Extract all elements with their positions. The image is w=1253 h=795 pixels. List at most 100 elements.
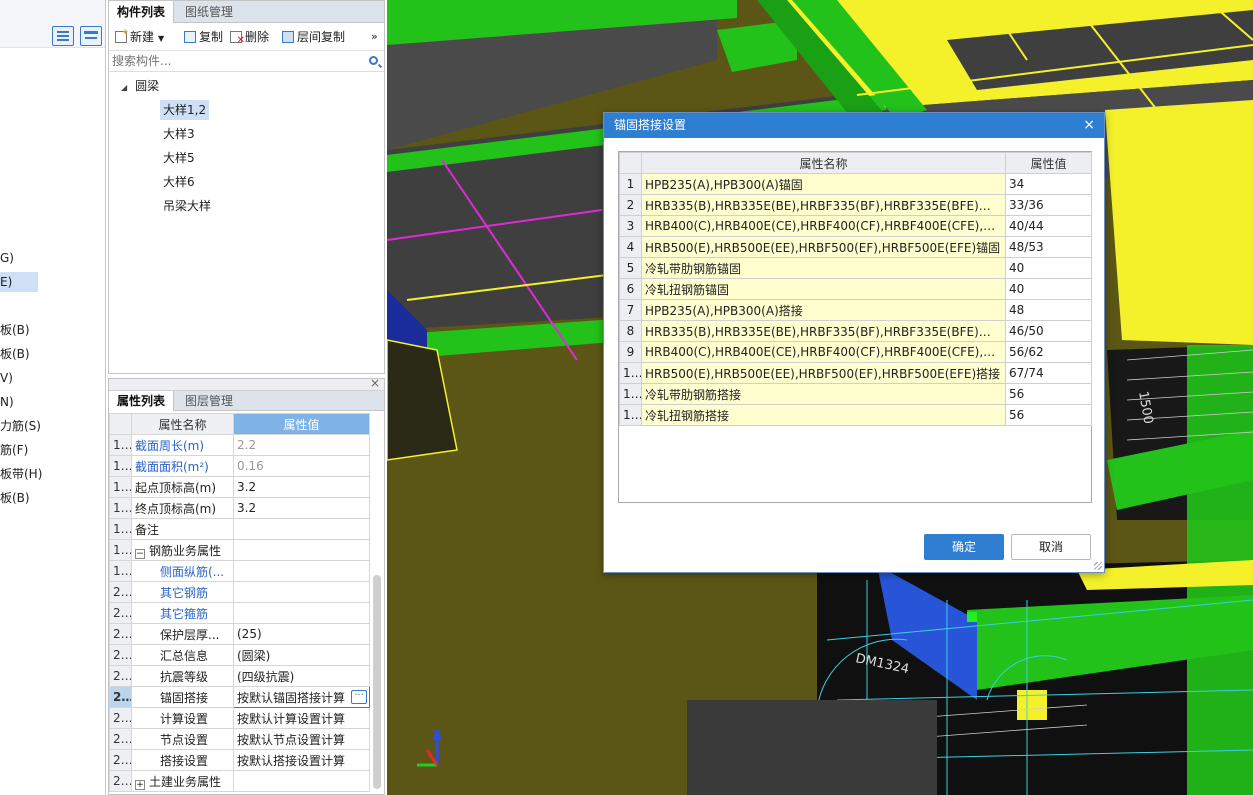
grid-row-value[interactable]: 48 <box>1005 299 1092 321</box>
property-scrollbar[interactable] <box>373 575 381 789</box>
property-row[interactable]: 24 抗震等级 (四级抗震) <box>109 665 370 687</box>
property-row[interactable]: 13 截面周长(m) 2.2 <box>109 434 370 456</box>
property-row[interactable]: 21 其它箍筋 <box>109 602 370 624</box>
grid-row-name: 冷轧扭钢筋搭接 <box>641 404 1006 426</box>
grid-row-value[interactable]: 56 <box>1005 383 1092 405</box>
grid-row[interactable]: 11 冷轧带肋钢筋搭接 56 <box>619 383 1092 405</box>
grid-row-value[interactable]: 33/36 <box>1005 194 1092 216</box>
copy-button[interactable]: 复制 <box>184 29 223 45</box>
property-value[interactable]: 按默认锚固搭接计算 ··· <box>233 686 370 708</box>
property-row[interactable]: 27 节点设置 按默认节点设置计算 <box>109 728 370 750</box>
property-row[interactable]: 15 起点顶标高(m) 3.2 <box>109 476 370 498</box>
grid-row-value[interactable]: 48/53 <box>1005 236 1092 258</box>
tab-drawing-manage[interactable]: 图纸管理 <box>177 1 241 23</box>
tab-layer-manage[interactable]: 图层管理 <box>177 391 241 411</box>
left-strip-item[interactable]: V) <box>0 368 13 388</box>
collapse-arrow-icon[interactable]: ◢ <box>121 83 127 92</box>
search-icon[interactable] <box>369 56 378 65</box>
tree-item[interactable]: 大样5 <box>163 148 195 168</box>
grid-row[interactable]: 12 冷轧扭钢筋搭接 56 <box>619 404 1092 426</box>
new-button[interactable]: ✦ 新建 ▼ <box>115 29 164 45</box>
property-row[interactable]: 18− 钢筋业务属性 <box>109 539 370 561</box>
property-row[interactable]: 20 其它钢筋 <box>109 581 370 603</box>
grid-row-value[interactable]: 46/50 <box>1005 320 1092 342</box>
property-row[interactable]: 29 + 土建业务属性 <box>109 770 370 792</box>
tab-component-list[interactable]: 构件列表 <box>109 1 175 23</box>
grid-row-value[interactable]: 67/74 <box>1005 362 1092 384</box>
chevron-down-icon[interactable]: ▼ <box>158 34 164 43</box>
property-value[interactable]: (25) <box>233 623 370 645</box>
tab-property-list[interactable]: 属性列表 <box>109 391 175 411</box>
delete-button[interactable]: ✕ 删除 <box>230 29 269 46</box>
property-name: 锚固搭接 <box>131 686 234 708</box>
tree-item[interactable]: 吊梁大样 <box>163 196 211 216</box>
grid-row-value[interactable]: 40 <box>1005 257 1092 279</box>
property-value[interactable] <box>233 539 370 561</box>
ellipsis-button[interactable]: ··· <box>351 690 367 704</box>
grid-row[interactable]: 5 冷轧带肋钢筋锚固 40 <box>619 257 1092 279</box>
property-row[interactable]: 23 汇总信息 (圆梁) <box>109 644 370 666</box>
property-value[interactable] <box>233 560 370 582</box>
property-value[interactable]: 3.2 <box>233 497 370 519</box>
resize-grip-icon[interactable] <box>1094 562 1102 570</box>
tree-item[interactable]: 大样1,2 <box>160 100 210 120</box>
grid-row[interactable]: 6 冷轧扭钢筋锚固 40 <box>619 278 1092 300</box>
left-strip-item[interactable]: 板(B) <box>0 344 30 364</box>
property-row[interactable]: 22 保护层厚... (25) <box>109 623 370 645</box>
left-strip-item[interactable]: 板(B) <box>0 320 30 340</box>
grid-row[interactable]: 10 HRB500(E),HRB500E(EE),HRBF500(EF),HRBF… <box>619 362 1092 384</box>
detail-view-icon[interactable] <box>80 26 102 46</box>
dialog-close-icon[interactable]: × <box>1083 113 1095 138</box>
grid-row[interactable]: 4 HRB500(E),HRB500E(EE),HRBF500(EF),HRBF5… <box>619 236 1092 258</box>
collapse-icon[interactable]: − <box>135 548 145 559</box>
grid-row[interactable]: 9 HRB400(C),HRB400E(CE),HRBF400(CF),HRBF4… <box>619 341 1092 363</box>
expand-icon[interactable]: + <box>135 779 145 790</box>
property-row[interactable]: 19 侧面纵筋(... <box>109 560 370 582</box>
left-strip-item[interactable]: 筋(F) <box>0 440 28 460</box>
property-row[interactable]: 16 终点顶标高(m) 3.2 <box>109 497 370 519</box>
left-strip-item[interactable]: 力筋(S) <box>0 416 41 436</box>
property-value[interactable] <box>233 581 370 603</box>
property-value[interactable]: 按默认搭接设置计算 <box>233 749 370 771</box>
grid-row-value[interactable]: 56 <box>1005 404 1092 426</box>
property-value[interactable] <box>233 770 370 792</box>
property-value[interactable] <box>233 602 370 624</box>
property-value[interactable]: 0.16 <box>233 455 370 477</box>
left-strip-item[interactable]: 板(B) <box>0 488 30 508</box>
property-row[interactable]: 25 锚固搭接 按默认锚固搭接计算 ··· <box>109 686 370 708</box>
grid-row[interactable]: 1 HPB235(A),HPB300(A)锚固 34 <box>619 173 1092 195</box>
left-strip-item[interactable]: N) <box>0 392 14 412</box>
property-value[interactable]: (圆梁) <box>233 644 370 666</box>
left-strip-item[interactable]: E) <box>0 272 38 292</box>
tree-item[interactable]: 大样3 <box>163 124 195 144</box>
property-row[interactable]: 17 备注 <box>109 518 370 540</box>
grid-row[interactable]: 8 HRB335(B),HRB335E(BE),HRBF335(BF),HRBF3… <box>619 320 1092 342</box>
property-row[interactable]: 26 计算设置 按默认计算设置计算 <box>109 707 370 729</box>
property-value[interactable]: 3.2 <box>233 476 370 498</box>
property-value[interactable]: 2.2 <box>233 434 370 456</box>
grid-row-value[interactable]: 34 <box>1005 173 1092 195</box>
cancel-button[interactable]: 取消 <box>1011 534 1091 560</box>
grid-row-value[interactable]: 40 <box>1005 278 1092 300</box>
tree-root[interactable]: ◢ 圆梁 <box>121 76 159 96</box>
property-row[interactable]: 28 搭接设置 按默认搭接设置计算 <box>109 749 370 771</box>
close-icon[interactable]: × <box>370 376 380 390</box>
property-value[interactable] <box>233 518 370 540</box>
property-value[interactable]: 按默认计算设置计算 <box>233 707 370 729</box>
more-tools-button[interactable]: » <box>371 29 378 45</box>
tree-item[interactable]: 大样6 <box>163 172 195 192</box>
left-strip-item[interactable]: G) <box>0 248 14 268</box>
grid-row[interactable]: 7 HPB235(A),HPB300(A)搭接 48 <box>619 299 1092 321</box>
property-value[interactable]: 按默认节点设置计算 <box>233 728 370 750</box>
floor-copy-button[interactable]: 层间复制 <box>282 29 345 45</box>
grid-row-value[interactable]: 56/62 <box>1005 341 1092 363</box>
list-view-icon[interactable] <box>52 26 74 46</box>
ok-button[interactable]: 确定 <box>924 534 1004 560</box>
grid-row[interactable]: 2 HRB335(B),HRB335E(BE),HRBF335(BF),HRBF3… <box>619 194 1092 216</box>
grid-row[interactable]: 3 HRB400(C),HRB400E(CE),HRBF400(CF),HRBF4… <box>619 215 1092 237</box>
property-row[interactable]: 14 截面面积(m²) 0.16 <box>109 455 370 477</box>
grid-row-value[interactable]: 40/44 <box>1005 215 1092 237</box>
search-input[interactable] <box>109 52 359 70</box>
left-strip-item[interactable]: 板带(H) <box>0 464 42 484</box>
property-value[interactable]: (四级抗震) <box>233 665 370 687</box>
